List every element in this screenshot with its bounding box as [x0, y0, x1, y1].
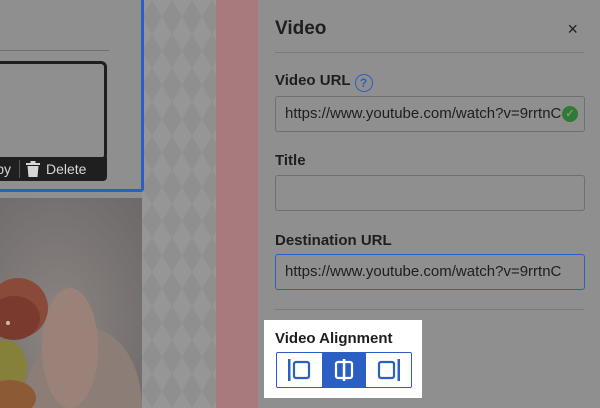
align-right-icon	[377, 359, 400, 381]
fruit-photo-image	[0, 198, 142, 408]
alignment-toggle-group	[276, 352, 412, 388]
video-url-label: Video URL?	[275, 72, 373, 92]
video-block[interactable]: Copy Delete	[0, 0, 144, 192]
align-center-button[interactable]	[321, 353, 367, 387]
header-divider	[275, 52, 584, 53]
checkmark-icon: ✓	[562, 106, 578, 122]
video-embed-frame[interactable]	[0, 61, 107, 161]
video-url-label-text: Video URL	[275, 72, 351, 89]
align-left-icon	[288, 359, 311, 381]
align-center-icon	[334, 359, 354, 381]
trash-icon	[26, 161, 40, 177]
block-action-bar: Copy Delete	[0, 157, 107, 181]
close-icon[interactable]: ×	[567, 20, 578, 38]
panel-header: Video ×	[275, 18, 600, 42]
destination-url-input[interactable]: https://www.youtube.com/watch?v=9rrtnC	[275, 254, 585, 290]
video-alignment-label: Video Alignment	[275, 330, 393, 347]
section-divider	[275, 309, 584, 310]
video-alignment-section: Video Alignment	[264, 320, 422, 398]
panel-title: Video	[275, 18, 327, 39]
video-url-value: https://www.youtube.com/watch?v=9rrtnC	[285, 105, 562, 122]
background-pattern	[142, 0, 216, 408]
video-url-input[interactable]: https://www.youtube.com/watch?v=9rrtnC ✓	[275, 96, 585, 132]
fruit-photo	[0, 198, 142, 408]
title-input[interactable]	[275, 175, 585, 211]
destination-url-label: Destination URL	[275, 232, 392, 249]
delete-label: Delete	[46, 161, 87, 177]
action-separator	[19, 160, 20, 178]
page-edge-strip	[216, 0, 258, 408]
align-left-button[interactable]	[277, 353, 322, 387]
title-label: Title	[275, 152, 306, 169]
editor-canvas: Copy Delete	[0, 0, 258, 408]
block-divider	[0, 50, 109, 51]
delete-button[interactable]: Delete	[26, 161, 86, 177]
align-right-button[interactable]	[366, 353, 411, 387]
copy-button[interactable]: Copy	[0, 161, 15, 177]
help-icon[interactable]: ?	[354, 74, 373, 92]
